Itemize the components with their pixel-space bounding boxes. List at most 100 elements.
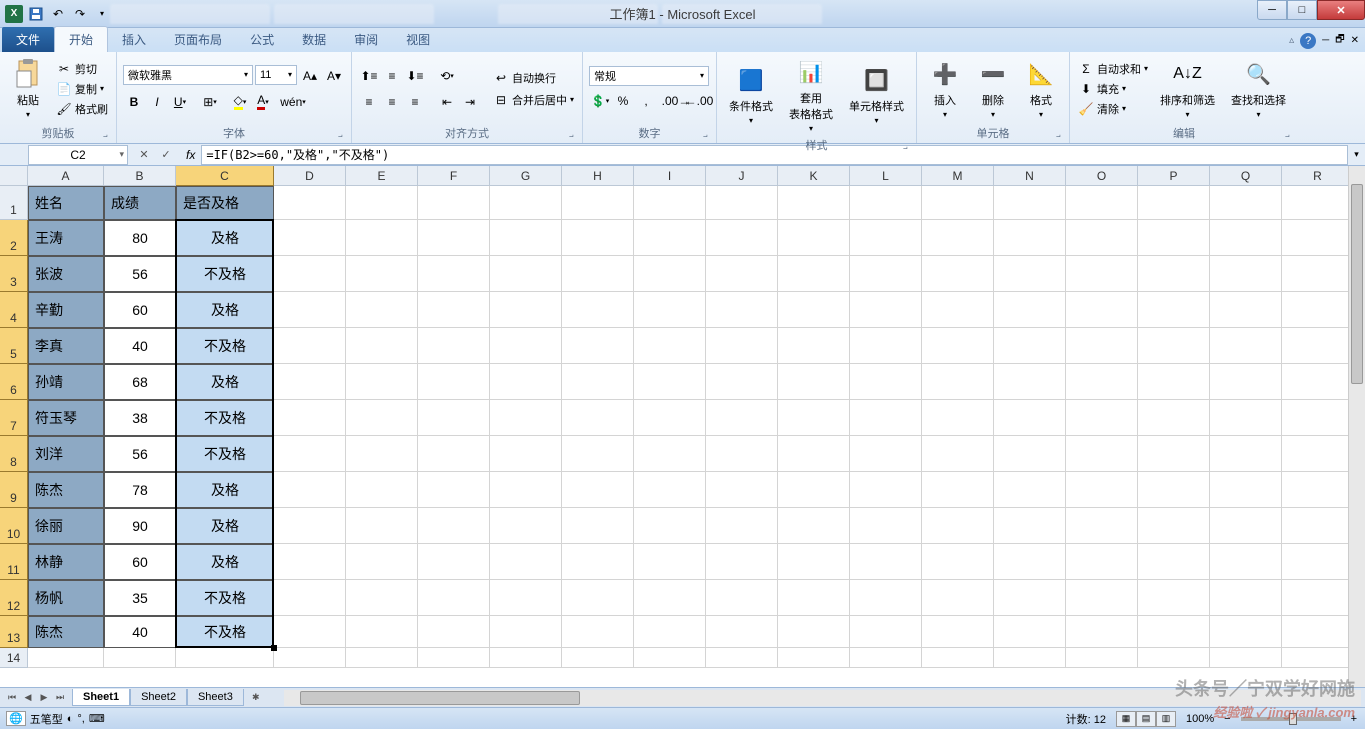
cell[interactable] (274, 616, 346, 648)
cell[interactable] (922, 580, 994, 616)
cell[interactable] (778, 508, 850, 544)
cell[interactable] (634, 580, 706, 616)
row-header[interactable]: 9 (0, 472, 28, 508)
cell[interactable] (922, 186, 994, 220)
cell[interactable] (922, 292, 994, 328)
cell[interactable] (274, 292, 346, 328)
row-header[interactable]: 12 (0, 580, 28, 616)
cell[interactable] (1066, 186, 1138, 220)
cell[interactable]: 68 (104, 364, 176, 400)
cell[interactable] (1210, 616, 1282, 648)
cell[interactable] (274, 328, 346, 364)
cell[interactable] (706, 328, 778, 364)
cell[interactable] (274, 364, 346, 400)
column-header[interactable]: A (28, 166, 104, 186)
cell[interactable] (1066, 648, 1138, 668)
cell[interactable] (562, 472, 634, 508)
cell[interactable] (490, 256, 562, 292)
cell[interactable] (1138, 186, 1210, 220)
cell[interactable] (1138, 328, 1210, 364)
ime-kbd-icon[interactable]: ⌨ (89, 712, 105, 725)
page-layout-view-icon[interactable]: ▤ (1136, 711, 1156, 727)
cell[interactable] (706, 364, 778, 400)
cell[interactable] (346, 508, 418, 544)
cell[interactable] (1282, 220, 1354, 256)
insert-cells-button[interactable]: ➕插入▾ (923, 56, 967, 121)
tab-home[interactable]: 开始 (54, 26, 108, 52)
cell[interactable] (778, 256, 850, 292)
spreadsheet-grid[interactable]: ABCDEFGHIJKLMNOPQR 1234567891011121314 姓… (0, 166, 1365, 687)
cell[interactable]: 林静 (28, 544, 104, 580)
format-painter-button[interactable]: 🖌格式刷 (54, 100, 110, 118)
cell[interactable] (176, 648, 274, 668)
cell[interactable] (418, 220, 490, 256)
cell[interactable] (1210, 364, 1282, 400)
cell[interactable] (922, 544, 994, 580)
cell[interactable] (1282, 580, 1354, 616)
cell[interactable] (778, 328, 850, 364)
cell[interactable] (562, 508, 634, 544)
row-header[interactable]: 4 (0, 292, 28, 328)
cell[interactable]: 李真 (28, 328, 104, 364)
cell[interactable] (1282, 186, 1354, 220)
cell[interactable] (1066, 544, 1138, 580)
cut-button[interactable]: ✂剪切 (54, 60, 110, 78)
cell[interactable] (922, 616, 994, 648)
row-header[interactable]: 3 (0, 256, 28, 292)
phonetic-button[interactable]: wén▾ (282, 91, 304, 113)
cell[interactable] (490, 544, 562, 580)
column-header[interactable]: R (1282, 166, 1354, 186)
cell[interactable] (1138, 400, 1210, 436)
cell[interactable] (418, 472, 490, 508)
cell[interactable] (850, 648, 922, 668)
cell[interactable] (418, 292, 490, 328)
cell[interactable] (562, 364, 634, 400)
cell[interactable]: 及格 (176, 544, 274, 580)
cell[interactable] (850, 616, 922, 648)
cell[interactable]: 56 (104, 256, 176, 292)
cell[interactable] (1210, 220, 1282, 256)
cell[interactable] (1066, 256, 1138, 292)
cell[interactable] (1138, 436, 1210, 472)
cell[interactable] (274, 580, 346, 616)
cell[interactable]: 及格 (176, 508, 274, 544)
cell[interactable] (490, 648, 562, 668)
cell[interactable] (850, 186, 922, 220)
minimize-button[interactable]: ─ (1257, 0, 1287, 20)
cell[interactable] (706, 472, 778, 508)
sheet-next-icon[interactable]: ▶ (36, 690, 52, 706)
cell[interactable] (346, 292, 418, 328)
cell[interactable] (922, 328, 994, 364)
cell[interactable] (562, 328, 634, 364)
cell[interactable] (28, 648, 104, 668)
ime-punct-icon[interactable]: °, (77, 713, 84, 725)
cell[interactable] (1210, 508, 1282, 544)
close-button[interactable]: ✕ (1317, 0, 1365, 20)
select-all-corner[interactable] (0, 166, 28, 186)
cell[interactable] (994, 616, 1066, 648)
sheet-tab[interactable]: Sheet3 (187, 689, 244, 706)
column-header[interactable]: F (418, 166, 490, 186)
cell[interactable] (922, 256, 994, 292)
cell[interactable] (274, 508, 346, 544)
decrease-indent-icon[interactable]: ⇤ (436, 91, 458, 113)
bold-button[interactable]: B (123, 91, 145, 113)
cell[interactable] (778, 220, 850, 256)
cell[interactable] (706, 544, 778, 580)
cell-style-button[interactable]: 🔲单元格样式▾ (843, 62, 910, 127)
currency-icon[interactable]: 💲▾ (589, 90, 611, 112)
border-button[interactable]: ⊞▾ (199, 91, 221, 113)
cell[interactable] (418, 256, 490, 292)
cell[interactable] (1066, 508, 1138, 544)
row-header[interactable]: 2 (0, 220, 28, 256)
tab-review[interactable]: 审阅 (340, 27, 392, 52)
cell[interactable] (850, 256, 922, 292)
cell[interactable] (1210, 472, 1282, 508)
align-right-icon[interactable]: ≡ (404, 91, 426, 113)
cell[interactable]: 60 (104, 292, 176, 328)
cell[interactable] (346, 580, 418, 616)
cell[interactable] (1210, 256, 1282, 292)
paste-button[interactable]: 粘贴▾ (6, 56, 50, 121)
fill-color-button[interactable]: ◇▾ (229, 91, 251, 113)
cell[interactable] (634, 256, 706, 292)
